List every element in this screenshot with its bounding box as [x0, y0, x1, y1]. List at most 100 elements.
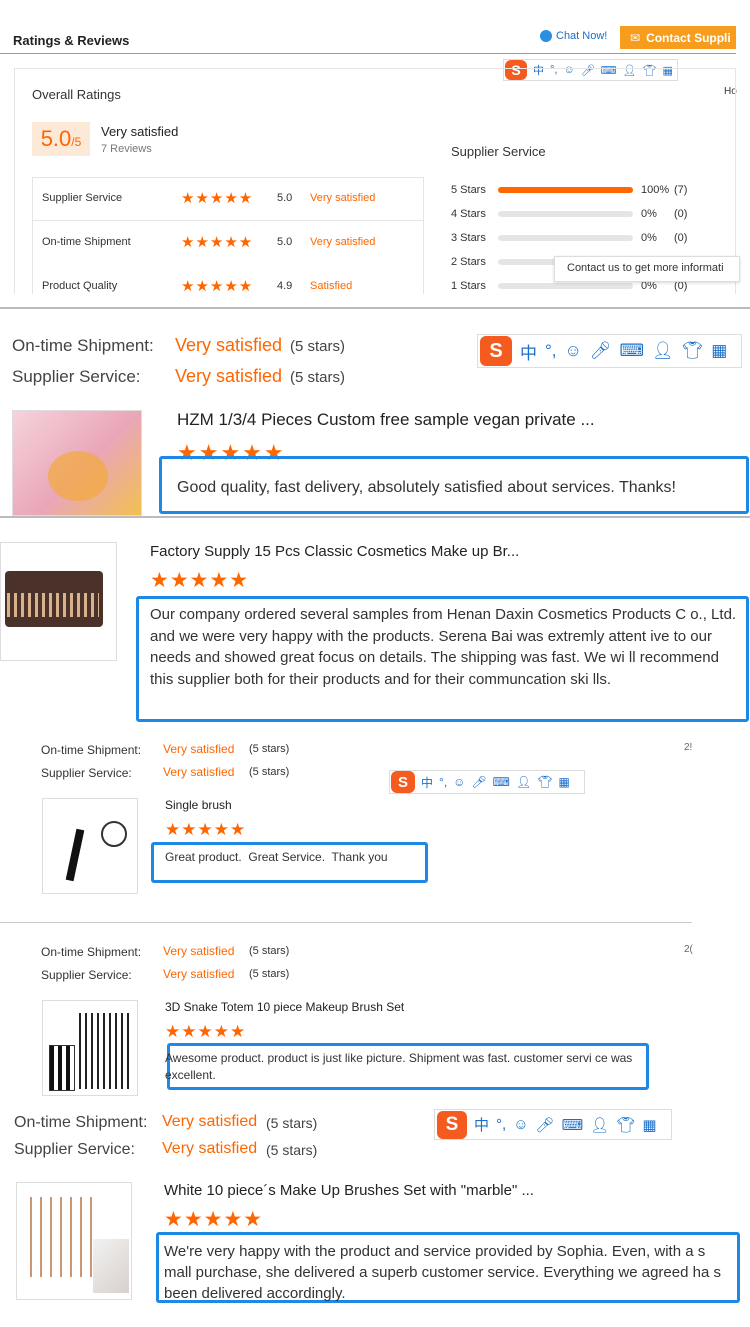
overall-score-badge: 5.0/5	[32, 122, 90, 156]
rating-stars: ★★★★★	[181, 234, 254, 251]
breakdown-bar	[498, 187, 633, 193]
shipment-stars-text: (5 stars)	[266, 1115, 318, 1131]
shipment-value: Very satisfied	[163, 742, 235, 756]
review-date: 2(	[684, 944, 693, 955]
rating-row: Product Quality	[42, 280, 118, 292]
user-icon: 👤︎	[652, 341, 674, 360]
review-comment: Our company ordered several samples from…	[150, 606, 737, 688]
user-icon: 👤︎	[515, 775, 532, 789]
sogou-icon: S	[391, 771, 415, 793]
breakdown-bar-fill	[498, 187, 633, 193]
grid-icon: ▦	[711, 341, 728, 360]
keyboard-icon: ⌨	[561, 1116, 584, 1134]
service-value: Very satisfied	[163, 967, 235, 981]
breakdown-label: 1 Stars	[451, 280, 486, 292]
shirt-icon: 👕︎	[616, 1116, 636, 1134]
review-comment: Great product. Great Service. Thank you	[165, 850, 388, 864]
service-value: Very satisfied	[162, 1140, 258, 1157]
sogou-icon: S	[437, 1110, 467, 1139]
mail-icon: ✉	[630, 30, 641, 45]
shirt-icon: 👕︎	[537, 775, 553, 789]
product-thumbnail	[12, 410, 142, 516]
divider	[0, 53, 736, 54]
grid-icon: ▦	[558, 775, 570, 789]
review-product-title[interactable]: 3D Snake Totem 10 piece Makeup Brush Set	[165, 1000, 404, 1014]
review-product-title[interactable]: HZM 1/3/4 Pieces Custom free sample vega…	[177, 410, 595, 430]
shipment-stars-text: (5 stars)	[249, 743, 290, 755]
product-thumbnail	[16, 1182, 132, 1300]
breakdown-label: 2 Stars	[451, 256, 486, 268]
review-stars: ★★★★★	[165, 1022, 247, 1041]
service-label: Supplier Service:	[41, 766, 132, 780]
shipment-label: On-time Shipment:	[14, 1114, 148, 1131]
rating-stars: ★★★★★	[181, 190, 254, 207]
emoji-icon: ☺	[564, 341, 582, 360]
shipment-stars-text: (5 stars)	[249, 945, 290, 957]
chat-icon	[540, 30, 552, 42]
mic-icon: 🎤︎	[471, 775, 487, 789]
shipment-value: Very satisfied	[162, 1113, 258, 1130]
product-thumbnail	[42, 1000, 138, 1096]
mic-icon: 🎤︎	[589, 341, 612, 360]
breakdown-pct: 100%	[641, 184, 670, 196]
rating-value: 4.9	[277, 280, 293, 292]
overall-verdict: Very satisfied	[101, 124, 179, 139]
rating-value: 5.0	[277, 236, 293, 248]
rating-verdict: Very satisfied	[310, 192, 376, 204]
service-label: Supplier Service:	[41, 968, 132, 982]
keyboard-icon: ⌨	[492, 775, 510, 789]
mic-icon: 🎤︎	[535, 1116, 555, 1134]
breakdown-title: Supplier Service	[451, 144, 546, 159]
breakdown-label: 3 Stars	[451, 232, 486, 244]
breakdown-pct: 0%	[641, 232, 657, 244]
divider	[32, 220, 424, 221]
rating-verdict: Satisfied	[310, 280, 353, 292]
sogou-icon: S	[480, 336, 512, 366]
breakdown-pct: 0%	[641, 208, 657, 220]
section-title: Ratings & Reviews	[13, 33, 130, 48]
shirt-icon: 👕︎	[681, 341, 704, 360]
review-stars: ★★★★★	[150, 569, 250, 592]
rating-row: On-time Shipment	[42, 236, 131, 248]
shipment-label: On-time Shipment:	[12, 336, 154, 355]
shipment-label: On-time Shipment:	[41, 945, 142, 959]
service-value: Very satisfied	[175, 366, 283, 386]
rating-verdict: Very satisfied	[310, 236, 376, 248]
user-icon: 👤︎	[590, 1116, 610, 1134]
review-product-title[interactable]: White 10 piece´s Make Up Brushes Set wit…	[164, 1182, 534, 1199]
service-value: Very satisfied	[163, 765, 235, 779]
chat-now-button[interactable]: Chat Now!	[540, 30, 607, 42]
tooltip: Contact us to get more informati	[554, 256, 740, 282]
divider	[0, 516, 750, 518]
rating-stars: ★★★★★	[181, 278, 254, 295]
review-comment: We're very happy with the product and se…	[164, 1243, 721, 1301]
review-product-title[interactable]: Single brush	[165, 798, 232, 812]
service-stars-text: (5 stars)	[249, 968, 290, 980]
shipment-value: Very satisfied	[175, 335, 283, 355]
breakdown-label: 4 Stars	[451, 208, 486, 220]
breakdown-count: (7)	[674, 184, 688, 196]
service-stars-text: (5 stars)	[290, 369, 346, 386]
service-label: Supplier Service:	[12, 367, 141, 386]
divider	[0, 307, 750, 309]
product-thumbnail	[42, 798, 138, 894]
keyboard-icon: ⌨	[619, 341, 645, 360]
shipment-stars-text: (5 stars)	[290, 338, 346, 355]
ime-toolbar-4: S 中 °, ☺ 🎤︎ ⌨ 👤︎ 👕︎ ▦	[434, 1109, 672, 1140]
review-count: 7 Reviews	[101, 143, 152, 155]
ime-toolbar-2: S 中 °, ☺ 🎤︎ ⌨ 👤︎ 👕︎ ▦	[477, 334, 742, 368]
review-product-title[interactable]: Factory Supply 15 Pcs Classic Cosmetics …	[150, 543, 519, 560]
ime-toolbar-3: S 中 °, ☺ 🎤︎ ⌨ 👤︎ 👕︎ ▦	[389, 770, 585, 794]
rating-row: Supplier Service	[42, 192, 123, 204]
breakdown-label: 5 Stars	[451, 184, 486, 196]
review-comment: Awesome product. product is just like pi…	[165, 1051, 633, 1082]
contact-supplier-button[interactable]: ✉ Contact Suppli	[620, 26, 736, 49]
breakdown-bar	[498, 283, 633, 289]
breakdown-bar	[498, 235, 633, 241]
shipment-label: On-time Shipment:	[41, 743, 142, 757]
divider	[0, 922, 692, 923]
review-date: 2!	[684, 742, 693, 753]
review-stars: ★★★★★	[164, 1208, 264, 1231]
emoji-icon: ☺	[453, 775, 466, 789]
breakdown-count: (0)	[674, 232, 688, 244]
